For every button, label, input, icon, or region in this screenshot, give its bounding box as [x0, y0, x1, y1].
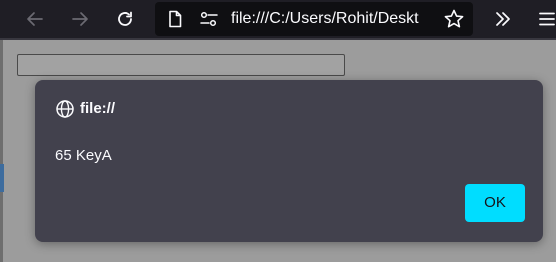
dialog-header: file:// [55, 98, 115, 120]
page-icon[interactable] [165, 10, 185, 28]
alert-dialog: file:// 65 KeyA OK [35, 80, 543, 242]
browser-toolbar: file:///C:/Users/Rohit/Deskt [0, 0, 556, 38]
arrow-left-icon [25, 9, 45, 29]
url-bar[interactable]: file:///C:/Users/Rohit/Deskt [155, 2, 473, 36]
menu-button[interactable] [534, 6, 556, 32]
star-icon[interactable] [443, 9, 465, 28]
reload-icon [115, 9, 135, 29]
back-button[interactable] [22, 6, 48, 32]
forward-button[interactable] [67, 6, 93, 32]
page-edge-marker [0, 164, 4, 192]
arrow-right-icon [70, 9, 90, 29]
overflow-button[interactable] [490, 6, 516, 32]
key-input[interactable] [17, 54, 345, 76]
permissions-icon[interactable] [199, 10, 219, 28]
reload-button[interactable] [112, 6, 138, 32]
dialog-message: 65 KeyA [55, 147, 112, 164]
dialog-origin: file:// [80, 100, 116, 117]
chevrons-right-icon [493, 9, 513, 29]
page-edge [0, 40, 3, 262]
globe-icon [55, 99, 75, 119]
url-text[interactable]: file:///C:/Users/Rohit/Deskt [231, 10, 441, 28]
ok-button[interactable]: OK [465, 184, 525, 222]
hamburger-menu-icon [537, 9, 556, 29]
